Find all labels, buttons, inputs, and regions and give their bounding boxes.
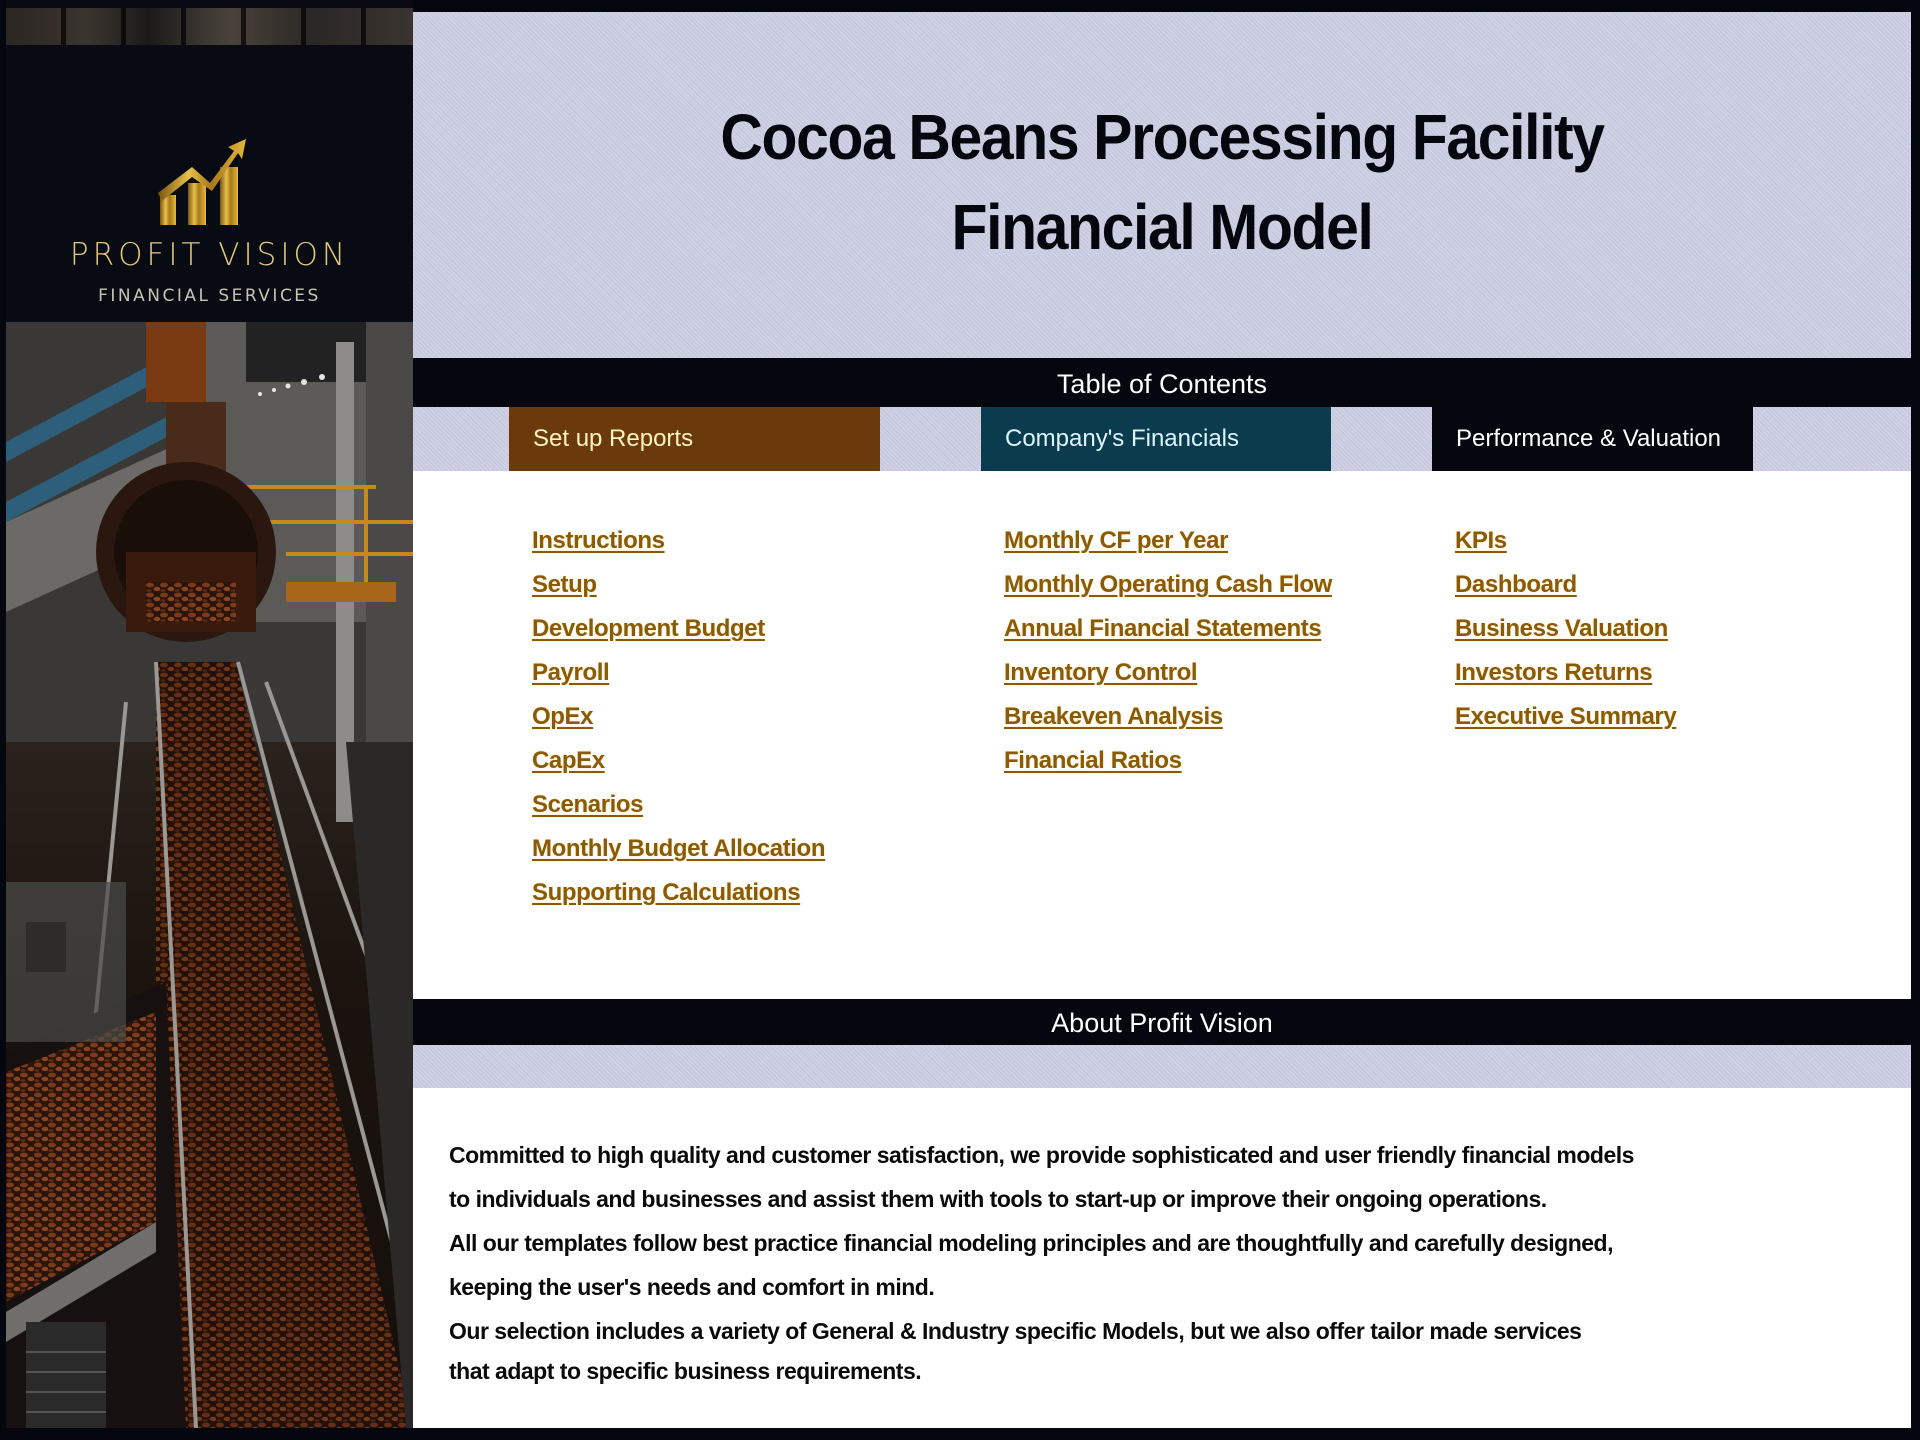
tab-performance-valuation[interactable]: Performance & Valuation — [1432, 407, 1753, 471]
link-supporting-calculations[interactable]: Supporting Calculations — [532, 878, 825, 922]
about-text: Committed to high quality and customer s… — [449, 1140, 1889, 1400]
link-financial-ratios[interactable]: Financial Ratios — [1004, 746, 1332, 790]
ceiling-photo-strip — [6, 8, 413, 45]
about-line: Our selection includes a variety of Gene… — [449, 1318, 1582, 1344]
about-line: to individuals and businesses and assist… — [449, 1186, 1547, 1212]
link-inventory-control[interactable]: Inventory Control — [1004, 658, 1332, 702]
toc-links-area: Instructions Setup Development Budget Pa… — [413, 471, 1911, 999]
link-instructions[interactable]: Instructions — [532, 526, 825, 570]
about-divider-band — [413, 1045, 1911, 1088]
link-capex[interactable]: CapEx — [532, 746, 825, 790]
setup-reports-links: Instructions Setup Development Budget Pa… — [532, 526, 825, 922]
link-breakeven-analysis[interactable]: Breakeven Analysis — [1004, 702, 1332, 746]
tab-companys-financials[interactable]: Company's Financials — [981, 407, 1331, 471]
about-section: Committed to high quality and customer s… — [413, 1088, 1911, 1428]
link-development-budget[interactable]: Development Budget — [532, 614, 825, 658]
link-monthly-operating-cash-flow[interactable]: Monthly Operating Cash Flow — [1004, 570, 1332, 614]
about-heading: About Profit Vision — [413, 999, 1911, 1044]
table-of-contents-heading: Table of Contents — [413, 358, 1911, 407]
link-dashboard[interactable]: Dashboard — [1455, 570, 1676, 614]
link-business-valuation[interactable]: Business Valuation — [1455, 614, 1676, 658]
link-annual-financial-statements[interactable]: Annual Financial Statements — [1004, 614, 1332, 658]
link-monthly-budget-allocation[interactable]: Monthly Budget Allocation — [532, 834, 825, 878]
link-kpis[interactable]: KPIs — [1455, 526, 1676, 570]
link-investors-returns[interactable]: Investors Returns — [1455, 658, 1676, 702]
page-title: Cocoa Beans Processing Facility Financia… — [473, 92, 1851, 272]
link-monthly-cf-per-year[interactable]: Monthly CF per Year — [1004, 526, 1332, 570]
link-opex[interactable]: OpEx — [532, 702, 825, 746]
main-content: Cocoa Beans Processing Facility Financia… — [413, 0, 1911, 1428]
title-line-2: Financial Model — [951, 191, 1374, 263]
about-line: All our templates follow best practice f… — [449, 1230, 1614, 1256]
link-payroll[interactable]: Payroll — [532, 658, 825, 702]
title-line-1: Cocoa Beans Processing Facility — [720, 101, 1605, 173]
link-setup[interactable]: Setup — [532, 570, 825, 614]
about-line: that adapt to specific business requirem… — [449, 1358, 922, 1384]
companys-financials-links: Monthly CF per Year Monthly Operating Ca… — [1004, 526, 1332, 790]
company-logo: PROFIT VISION FINANCIAL SERVICES — [6, 45, 413, 322]
about-line: keeping the user's needs and comfort in … — [449, 1274, 935, 1300]
left-branding-panel: PROFIT VISION FINANCIAL SERVICES — [6, 0, 413, 1428]
link-executive-summary[interactable]: Executive Summary — [1455, 702, 1677, 746]
brand-tagline: FINANCIAL SERVICES — [98, 286, 321, 306]
brand-name: PROFIT VISION — [69, 237, 350, 273]
about-line: Committed to high quality and customer s… — [449, 1142, 1634, 1168]
cocoa-beans-conveyor-photo — [6, 322, 413, 1428]
tab-set-up-reports[interactable]: Set up Reports — [509, 407, 880, 471]
rising-bar-chart-arrow-icon — [158, 139, 246, 225]
performance-valuation-links: KPIs Dashboard Business Valuation Invest… — [1455, 526, 1677, 746]
link-scenarios[interactable]: Scenarios — [532, 790, 825, 834]
